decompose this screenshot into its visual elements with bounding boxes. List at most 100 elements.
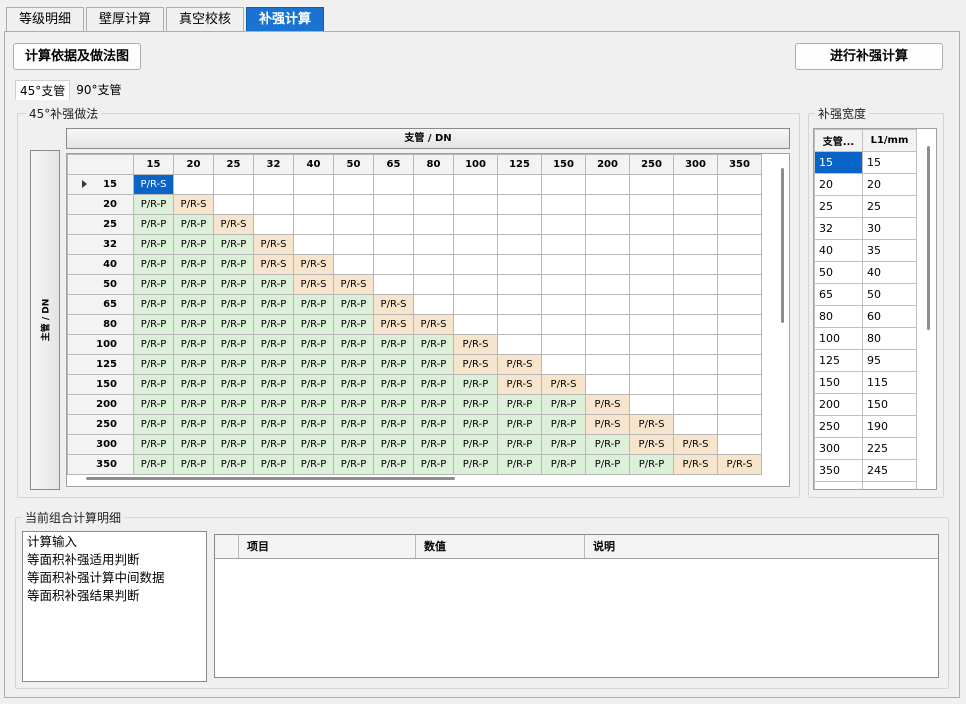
- matrix-cell[interactable]: P/R-P: [173, 434, 214, 455]
- matrix-cell[interactable]: P/R-S: [133, 174, 174, 195]
- matrix-horizontal-scrollbar[interactable]: [86, 477, 455, 480]
- matrix-cell[interactable]: [629, 174, 674, 195]
- main-dn-row-header[interactable]: 40: [67, 254, 134, 275]
- width-row[interactable]: 80 60: [814, 305, 917, 328]
- width-row[interactable]: 32 30: [814, 217, 917, 240]
- matrix-cell[interactable]: [333, 194, 374, 215]
- matrix-cell[interactable]: [585, 214, 630, 235]
- matrix-cell[interactable]: [585, 254, 630, 275]
- width-branch-dn-cell[interactable]: 15: [814, 151, 863, 174]
- matrix-cell[interactable]: [213, 174, 254, 195]
- width-row[interactable]: 20 20: [814, 173, 917, 196]
- matrix-cell[interactable]: P/R-P: [173, 354, 214, 375]
- matrix-cell[interactable]: P/R-P: [373, 334, 414, 355]
- run-reinforcement-calc-button[interactable]: 进行补强计算: [795, 43, 943, 70]
- matrix-cell[interactable]: P/R-S: [373, 294, 414, 315]
- matrix-cell[interactable]: [497, 194, 542, 215]
- matrix-cell[interactable]: P/R-P: [541, 454, 586, 475]
- matrix-cell[interactable]: [673, 294, 718, 315]
- matrix-row[interactable]: 32 P/R-P P/R-P P/R-P P/R-S: [67, 234, 762, 255]
- matrix-cell[interactable]: P/R-P: [333, 354, 374, 375]
- matrix-cell[interactable]: [717, 414, 762, 435]
- matrix-cell[interactable]: P/R-S: [541, 374, 586, 395]
- matrix-cell[interactable]: P/R-P: [293, 354, 334, 375]
- main-dn-row-header[interactable]: 300: [67, 434, 134, 455]
- matrix-row[interactable]: 80 P/R-P P/R-P P/R-P P/R-P P/R-P P/R-P P/R-S P/R…: [67, 314, 762, 335]
- matrix-cell[interactable]: [333, 254, 374, 275]
- matrix-cell[interactable]: [673, 234, 718, 255]
- branch-dn-column-header[interactable]: 350: [717, 154, 762, 175]
- matrix-cell[interactable]: [629, 334, 674, 355]
- matrix-cell[interactable]: P/R-P: [497, 434, 542, 455]
- matrix-cell[interactable]: [373, 174, 414, 195]
- matrix-cell[interactable]: P/R-P: [253, 274, 294, 295]
- matrix-cell[interactable]: [497, 214, 542, 235]
- matrix-cell[interactable]: [717, 174, 762, 195]
- matrix-cell[interactable]: P/R-P: [293, 454, 334, 475]
- matrix-cell[interactable]: P/R-P: [293, 434, 334, 455]
- matrix-cell[interactable]: P/R-P: [413, 394, 454, 415]
- matrix-cell[interactable]: [717, 314, 762, 335]
- branch-dn-column-header[interactable]: 250: [629, 154, 674, 175]
- matrix-cell[interactable]: [585, 174, 630, 195]
- matrix-cell[interactable]: [629, 234, 674, 255]
- matrix-row[interactable]: 350 P/R-P P/R-P P/R-P P/R-P P/R-P P/R-P P/R-P P/…: [67, 454, 762, 475]
- matrix-cell[interactable]: [213, 194, 254, 215]
- matrix-cell[interactable]: P/R-P: [585, 434, 630, 455]
- width-row[interactable]: 350 245: [814, 459, 917, 482]
- branch-dn-column-header[interactable]: 65: [373, 154, 414, 175]
- width-row[interactable]: 100 80: [814, 327, 917, 350]
- main-dn-row-header[interactable]: 100: [67, 334, 134, 355]
- matrix-cell[interactable]: [453, 174, 498, 195]
- matrix-cell[interactable]: P/R-P: [173, 214, 214, 235]
- matrix-cell[interactable]: [717, 234, 762, 255]
- matrix-cell[interactable]: P/R-P: [541, 434, 586, 455]
- matrix-cell[interactable]: [717, 334, 762, 355]
- matrix-cell[interactable]: [413, 274, 454, 295]
- matrix-cell[interactable]: [293, 194, 334, 215]
- matrix-row[interactable]: 125 P/R-P P/R-P P/R-P P/R-P P/R-P P/R-P P/R-P P/…: [67, 354, 762, 375]
- matrix-cell[interactable]: P/R-P: [541, 414, 586, 435]
- branch-dn-column-header[interactable]: 25: [213, 154, 254, 175]
- matrix-cell[interactable]: P/R-P: [497, 394, 542, 415]
- matrix-cell[interactable]: [413, 214, 454, 235]
- main-dn-row-header[interactable]: 350: [67, 454, 134, 475]
- calc-detail-grid[interactable]: 项目 数值 说明: [214, 534, 939, 678]
- matrix-cell[interactable]: P/R-P: [213, 374, 254, 395]
- matrix-cell[interactable]: P/R-P: [133, 354, 174, 375]
- width-row[interactable]: 25 25: [814, 195, 917, 218]
- matrix-cell[interactable]: [293, 174, 334, 195]
- matrix-cell[interactable]: P/R-P: [173, 274, 214, 295]
- width-branch-dn-cell[interactable]: 125: [814, 349, 863, 372]
- matrix-cell[interactable]: P/R-P: [133, 314, 174, 335]
- matrix-cell[interactable]: [497, 334, 542, 355]
- matrix-cell[interactable]: [373, 274, 414, 295]
- matrix-cell[interactable]: [585, 274, 630, 295]
- matrix-cell[interactable]: P/R-S: [497, 374, 542, 395]
- matrix-cell[interactable]: P/R-P: [133, 414, 174, 435]
- detail-col-note[interactable]: 说明: [585, 535, 938, 558]
- matrix-cell[interactable]: P/R-P: [213, 454, 254, 475]
- matrix-cell[interactable]: [453, 254, 498, 275]
- matrix-cell[interactable]: P/R-S: [629, 434, 674, 455]
- matrix-cell[interactable]: P/R-P: [173, 374, 214, 395]
- matrix-cell[interactable]: P/R-P: [585, 454, 630, 475]
- calc-step-item[interactable]: 等面积补强适用判断: [27, 551, 202, 569]
- matrix-cell[interactable]: P/R-P: [541, 394, 586, 415]
- matrix-cell[interactable]: [673, 374, 718, 395]
- matrix-cell[interactable]: [413, 234, 454, 255]
- width-l1-cell[interactable]: 20: [862, 173, 917, 196]
- matrix-cell[interactable]: [373, 214, 414, 235]
- width-branch-dn-cell[interactable]: 40: [814, 239, 863, 262]
- width-l1-cell[interactable]: 30: [862, 217, 917, 240]
- matrix-cell[interactable]: [253, 194, 294, 215]
- main-dn-row-header[interactable]: 25: [67, 214, 134, 235]
- width-col-branch[interactable]: 支管...: [814, 129, 863, 152]
- matrix-cell[interactable]: [333, 174, 374, 195]
- width-row[interactable]: 200 150: [814, 393, 917, 416]
- matrix-cell[interactable]: P/R-P: [333, 454, 374, 475]
- matrix-cell[interactable]: P/R-P: [373, 374, 414, 395]
- matrix-cell[interactable]: P/R-S: [497, 354, 542, 375]
- top-tab-3[interactable]: 真空校核: [166, 7, 245, 31]
- width-l1-cell[interactable]: 40: [862, 261, 917, 284]
